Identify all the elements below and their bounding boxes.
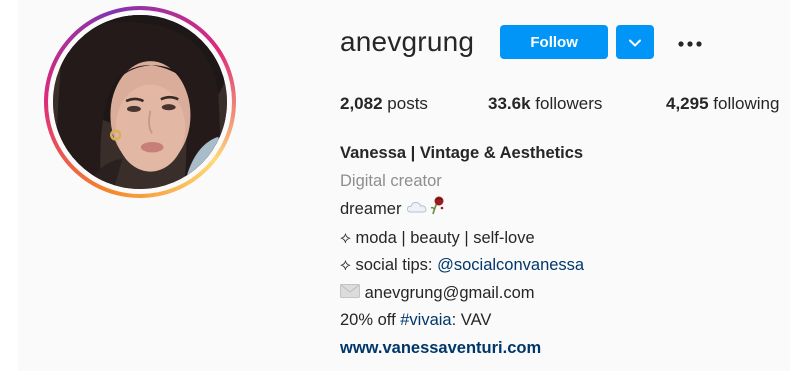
posts-label: posts	[387, 94, 428, 113]
following-stat[interactable]: 4,295 following	[666, 92, 779, 116]
email-text: anevgrung@gmail.com	[364, 283, 535, 302]
bio-line-promo: 20% off #vivaia: VAV	[340, 311, 492, 330]
followers-count: 33.6k	[488, 94, 531, 113]
following-label: following	[713, 94, 780, 113]
bio-line-dreamer: dreamer	[340, 195, 584, 225]
wilted-rose-icon	[428, 195, 446, 225]
profile-stats: 2,082 posts 33.6k followers 4,295 follow…	[340, 92, 779, 116]
display-name: Vanessa | Vintage & Aesthetics	[340, 144, 584, 162]
bio-line-interests: ⟡ moda | beauty | self-love	[340, 228, 535, 247]
avatar-photo	[53, 15, 227, 189]
bio-line-email: anevgrung@gmail.com	[340, 280, 584, 308]
profile-avatar[interactable]	[44, 6, 236, 198]
more-options-button[interactable]	[672, 25, 708, 59]
more-horizontal-icon	[678, 35, 702, 50]
mention-link[interactable]: @socialconvanessa	[437, 256, 584, 274]
follow-button[interactable]: Follow	[500, 25, 609, 59]
website-link[interactable]: www.vanessaventuri.com	[340, 335, 584, 363]
category-label: Digital creator	[340, 171, 442, 190]
followers-stat[interactable]: 33.6k followers	[488, 92, 666, 116]
suggested-dropdown-button[interactable]	[616, 25, 655, 59]
profile-bio: Vanessa | Vintage & Aesthetics Digital c…	[340, 140, 584, 362]
profile-panel: anevgrung Follow 2,082 posts 33.6k follo…	[18, 0, 790, 371]
username: anevgrung	[340, 26, 475, 57]
following-count: 4,295	[666, 94, 709, 113]
cloud-icon	[406, 196, 428, 224]
posts-stat: 2,082 posts	[340, 92, 488, 116]
envelope-icon	[340, 280, 360, 308]
chevron-down-icon	[629, 35, 642, 50]
profile-header: anevgrung Follow	[340, 24, 708, 60]
posts-count: 2,082	[340, 94, 383, 113]
hashtag-link[interactable]: #vivaia	[400, 311, 451, 329]
followers-label: followers	[535, 94, 603, 113]
bio-line-social-tips: ⟡ social tips: @socialconvanessa	[340, 256, 585, 274]
